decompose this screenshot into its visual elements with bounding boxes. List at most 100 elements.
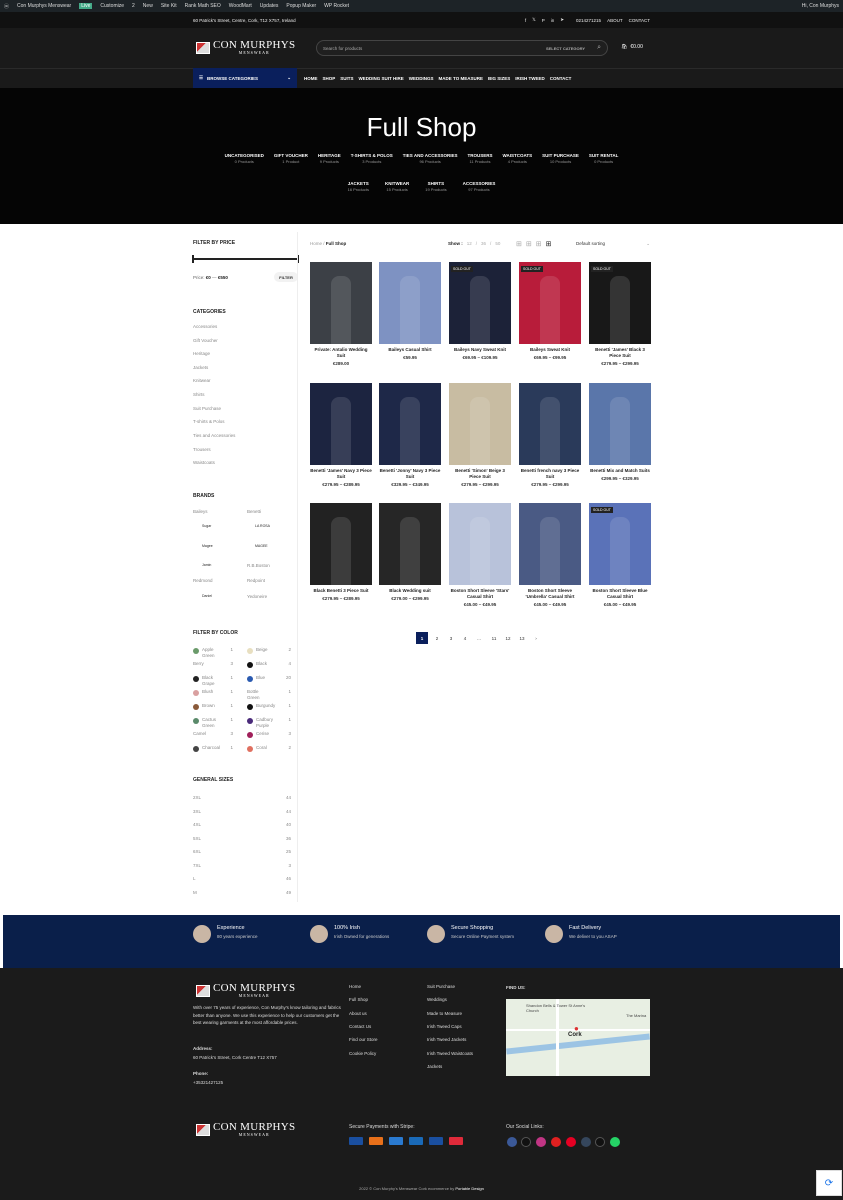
size-filter-item[interactable]: 2XL 44: [193, 795, 291, 800]
hero-category[interactable]: KNITWEAR 15 Products: [385, 181, 409, 192]
price-slider-min-handle[interactable]: [192, 255, 194, 263]
size-filter-item[interactable]: 3XL 44: [193, 809, 291, 814]
product-image[interactable]: [310, 262, 372, 344]
map[interactable]: Shandon Bells & Tower St Anne's Church C…: [506, 999, 650, 1076]
page-link[interactable]: 2: [431, 632, 443, 644]
search-bar[interactable]: Search for products SELECT CATEGORY ⌕: [316, 40, 608, 56]
color-filter-item[interactable]: Apple Green 1: [193, 647, 233, 658]
color-filter-item[interactable]: Camel 3: [193, 731, 233, 737]
admin-popup-maker[interactable]: Popup Maker: [286, 3, 316, 9]
brand-logo[interactable]: Magee: [202, 544, 213, 548]
admin-site-name[interactable]: Con Murphys Menswear: [17, 3, 71, 9]
product-card[interactable]: Benetti 'James' Navy 3 Piece Suit €279.95…: [310, 383, 372, 487]
menu-wedding-suit-hire[interactable]: WEDDING SUIT HIRE: [359, 76, 404, 81]
size-filter-item[interactable]: 7XL 3: [193, 863, 291, 868]
category-link[interactable]: Ties and Accessories: [193, 433, 235, 438]
product-card[interactable]: Boston Short Sleeve 'Umbrella' Casual Sh…: [519, 503, 581, 607]
product-card[interactable]: Benetti 'Simon' Beige 3 Piece Suit €279.9…: [449, 383, 511, 487]
color-filter-item[interactable]: Bottle Green 1: [247, 689, 291, 700]
product-image[interactable]: SOLD OUT: [449, 262, 511, 344]
product-image[interactable]: [310, 503, 372, 585]
product-image[interactable]: [379, 383, 441, 465]
hero-category[interactable]: SUIT RENTAL 0 Products: [589, 153, 618, 164]
category-select[interactable]: SELECT CATEGORY: [546, 46, 585, 51]
brand-logo[interactable]: MAGEE: [255, 544, 268, 548]
price-slider[interactable]: [193, 258, 298, 260]
brand-link[interactable]: Redmond: [193, 578, 213, 583]
product-card[interactable]: Black Benetti 3 Piece Suit €279.95 – €289…: [310, 503, 372, 601]
hero-category[interactable]: TIES AND ACCESSORIES 96 Products: [403, 153, 458, 164]
footer-link[interactable]: Made to Measure: [427, 1011, 462, 1016]
product-image[interactable]: [449, 383, 511, 465]
category-link[interactable]: Heritage: [193, 351, 210, 356]
grid-4-icon[interactable]: ⊞: [536, 240, 542, 248]
product-name[interactable]: Baileys Casual Shirt: [379, 347, 441, 353]
hero-category[interactable]: SUIT PURCHASE 10 Products: [542, 153, 579, 164]
admin-new[interactable]: New: [143, 3, 153, 9]
page-link[interactable]: 12: [502, 632, 514, 644]
brand-logo[interactable]: Daniel: [202, 594, 212, 598]
menu-home[interactable]: HOME: [304, 76, 318, 81]
product-image[interactable]: SOLD OUT: [589, 503, 651, 585]
color-filter-item[interactable]: Charcoal 1: [193, 745, 233, 752]
product-card[interactable]: Boston Short Sleeve 'Stars' Casual Shirt…: [449, 503, 511, 607]
footer-link[interactable]: Weddings: [427, 997, 447, 1002]
product-name[interactable]: Black Wedding suit: [379, 588, 441, 594]
product-name[interactable]: Boston Short Sleeve 'Umbrella' Casual Sh…: [519, 588, 581, 600]
product-image[interactable]: SOLD OUT: [519, 262, 581, 344]
color-filter-item[interactable]: Coral 2: [247, 745, 291, 752]
product-card[interactable]: Black Wedding suit €279.00 – €299.95: [379, 503, 441, 601]
page-link[interactable]: ...: [473, 632, 485, 644]
footer-link[interactable]: Suit Purchase: [427, 984, 455, 989]
product-name[interactable]: Benetti Mix and Match Suits: [589, 468, 651, 474]
product-card[interactable]: Benetti 'Jonny' Navy 3 Piece Suit €329.95…: [379, 383, 441, 487]
contact-link[interactable]: CONTACT: [629, 18, 650, 23]
product-card[interactable]: Baileys Casual Shirt €59.95: [379, 262, 441, 360]
menu-contact[interactable]: CONTACT: [550, 76, 572, 81]
menu-big-sizes[interactable]: BIG SIZES: [488, 76, 510, 81]
product-card[interactable]: Benetti french navy 3 Piece Suit €279.95 …: [519, 383, 581, 487]
footer-link[interactable]: Contact Us: [349, 1024, 371, 1029]
product-name[interactable]: Benetti french navy 3 Piece Suit: [519, 468, 581, 480]
show-12[interactable]: 12: [467, 241, 472, 246]
color-filter-item[interactable]: Blush 1: [193, 689, 233, 696]
search-icon[interactable]: ⌕: [597, 44, 601, 52]
search-input[interactable]: Search for products: [323, 46, 362, 51]
hero-category[interactable]: HERITAGE 9 Products: [318, 153, 341, 164]
page-link[interactable]: 3: [445, 632, 457, 644]
size-filter-item[interactable]: 5XL 36: [193, 836, 291, 841]
footer-link[interactable]: Irish Tweed Waistcoats: [427, 1051, 473, 1056]
brand-link[interactable]: Baileys: [193, 509, 208, 514]
admin-customize[interactable]: Customize: [100, 3, 124, 9]
cart-icon[interactable]: 🛍: [621, 44, 627, 50]
brand-link[interactable]: Redpoint: [247, 578, 265, 583]
facebook-icon[interactable]: [507, 1137, 517, 1147]
footer-logo-2[interactable]: CON MURPHYS MENSWEAR: [196, 1122, 295, 1137]
whatsapp-icon[interactable]: [610, 1137, 620, 1147]
product-name[interactable]: Benetti 'James' Black 3 Piece Suit: [589, 347, 651, 359]
product-image[interactable]: [310, 383, 372, 465]
admin-woodmart[interactable]: WoodMart: [229, 3, 252, 9]
tumblr-icon[interactable]: [581, 1137, 591, 1147]
product-card[interactable]: Benetti Mix and Match Suits €299.95 – €32…: [589, 383, 651, 481]
footer-phone[interactable]: +35321427125: [193, 1080, 223, 1085]
product-image[interactable]: [379, 503, 441, 585]
page-link[interactable]: ›: [530, 632, 542, 644]
category-link[interactable]: Gift Voucher: [193, 338, 218, 343]
category-link[interactable]: Jackets: [193, 365, 208, 370]
product-image[interactable]: [449, 503, 511, 585]
admin-greeting[interactable]: Hi, Con Murphys: [802, 3, 839, 9]
admin-rankmath[interactable]: Rank Math SEO: [185, 3, 221, 9]
facebook-icon[interactable]: f: [525, 18, 526, 23]
admin-wp-rocket[interactable]: WP Rocket: [324, 3, 349, 9]
admin-comments[interactable]: 2: [132, 3, 135, 9]
x-icon[interactable]: [521, 1137, 531, 1147]
hero-category[interactable]: WAISTCOATS 4 Products: [502, 153, 532, 164]
about-link[interactable]: ABOUT: [607, 18, 623, 23]
color-filter-item[interactable]: Black 4: [247, 661, 291, 668]
admin-sitekit[interactable]: Site Kit: [161, 3, 177, 9]
color-filter-item[interactable]: Beige 2: [247, 647, 291, 654]
product-image[interactable]: SOLD OUT: [589, 262, 651, 344]
product-card[interactable]: SOLD OUT Baileys Sweat Knit €69.95 – €99.9…: [519, 262, 581, 360]
cart[interactable]: 🛍 €0.00: [621, 44, 643, 50]
